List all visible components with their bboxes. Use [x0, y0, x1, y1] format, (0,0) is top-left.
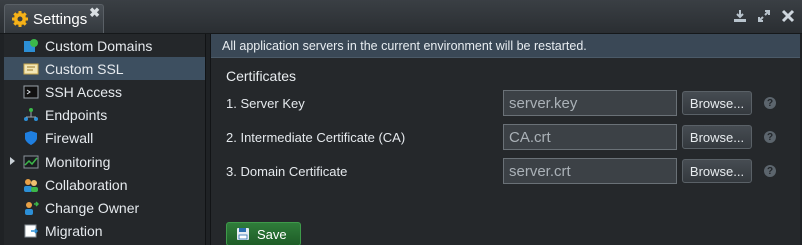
download-icon[interactable] [732, 8, 748, 24]
sidebar-item-custom-domains[interactable]: Custom Domains [4, 34, 205, 57]
sidebar-item-ssh-access[interactable]: SSH Access [4, 80, 205, 103]
field-label: 3. Domain Certificate [226, 164, 348, 179]
sidebar-item-label: Custom Domains [45, 37, 153, 54]
chevron-right-icon[interactable] [10, 156, 15, 165]
sidebar-item-label: Change Owner [45, 199, 140, 216]
help-icon[interactable]: ? [764, 131, 776, 143]
sidebar-item-label: Firewall [45, 130, 94, 147]
sidebar-item-monitoring[interactable]: Monitoring [4, 150, 205, 173]
sidebar-item-endpoints[interactable]: Endpoints [4, 104, 205, 127]
browse-domain-cert-button[interactable]: Browse... [682, 159, 752, 183]
section-title: Certificates [226, 68, 297, 84]
save-label: Save [257, 226, 287, 242]
sidebar-item-label: Monitoring [45, 153, 111, 170]
floppy-disk-icon [236, 227, 250, 241]
sidebar-item-label: Collaboration [45, 176, 128, 193]
intermediate-cert-row: 2. Intermediate Certificate (CA) CA.crt … [226, 124, 796, 152]
server-key-input[interactable]: server.key [503, 90, 677, 116]
intermediate-cert-input[interactable]: CA.crt [503, 124, 677, 150]
certificate-icon [22, 60, 39, 77]
shield-icon [22, 130, 39, 147]
sidebar-item-collaboration[interactable]: Collaboration [4, 173, 205, 196]
help-icon[interactable]: ? [764, 97, 776, 109]
sidebar: Custom Domains Custom SSL SSH Access End… [4, 34, 206, 245]
restart-warning-banner: All application servers in the current e… [211, 34, 800, 58]
field-label: 2. Intermediate Certificate (CA) [226, 130, 406, 145]
sidebar-item-migration[interactable]: Migration [4, 220, 205, 243]
server-key-row: 1. Server Key server.key Browse... ? [226, 90, 796, 118]
sidebar-item-label: Migration [45, 223, 103, 240]
tab-close-icon[interactable]: ✖ [89, 5, 100, 21]
ssl-settings-panel: All application servers in the current e… [210, 34, 800, 245]
endpoints-icon [22, 107, 39, 124]
tab-settings[interactable]: Settings ✖ [4, 4, 104, 33]
sidebar-item-label: Custom SSL [45, 60, 124, 77]
domain-cert-input[interactable]: server.crt [503, 158, 677, 184]
terminal-icon [22, 83, 39, 100]
close-icon[interactable] [780, 8, 796, 24]
browse-server-key-button[interactable]: Browse... [682, 91, 752, 115]
gear-icon [11, 10, 29, 28]
tab-title: Settings [33, 10, 88, 28]
sidebar-item-label: SSH Access [45, 83, 123, 100]
sidebar-item-custom-ssl[interactable]: Custom SSL [4, 57, 205, 81]
save-button[interactable]: Save [226, 222, 301, 245]
field-label: 1. Server Key [226, 96, 305, 111]
help-icon[interactable]: ? [764, 165, 776, 177]
users-icon [22, 176, 39, 193]
migration-icon [22, 223, 39, 240]
browse-intermediate-cert-button[interactable]: Browse... [682, 125, 752, 149]
domain-cert-row: 3. Domain Certificate server.crt Browse.… [226, 158, 796, 186]
sidebar-item-label: Endpoints [45, 107, 108, 124]
sidebar-item-firewall[interactable]: Firewall [4, 127, 205, 150]
chart-icon [22, 153, 39, 170]
globe-icon [22, 37, 39, 54]
user-swap-icon [22, 199, 39, 216]
sidebar-item-change-owner[interactable]: Change Owner [4, 196, 205, 219]
title-bar: Settings ✖ [0, 0, 802, 34]
expand-icon[interactable] [756, 8, 772, 24]
